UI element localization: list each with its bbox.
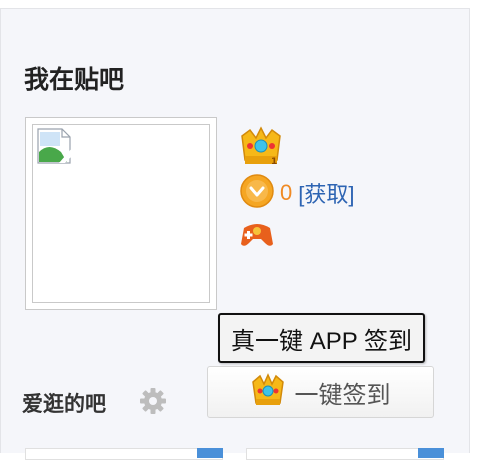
forum-card-accent [197,448,223,458]
broken-image-icon [37,128,77,169]
get-coins-link[interactable]: [获取] [298,177,354,209]
sign-button-label: 一键签到 [294,381,391,409]
crown-icon [251,372,285,412]
game-badge-icon[interactable] [240,222,274,253]
gear-icon[interactable] [138,386,168,421]
forum-card[interactable] [25,448,223,460]
one-click-sign-button[interactable]: 一键签到 [207,366,434,418]
favorites-title: 爱逛的吧 [22,393,106,416]
avatar-image[interactable] [32,124,210,303]
svg-text:1: 1 [271,157,277,166]
section-title: 我在贴吧 [24,66,125,94]
coin-count: 0 [280,180,293,205]
forum-card-accent [418,448,444,458]
avatar[interactable] [25,117,217,310]
tooltip: 真一键 APP 签到 [218,313,425,363]
coin-icon [240,173,274,213]
forum-card[interactable] [246,448,444,460]
crown-badge-icon[interactable]: 1 [240,126,282,171]
coin-row: 0 [获取] [240,173,354,213]
